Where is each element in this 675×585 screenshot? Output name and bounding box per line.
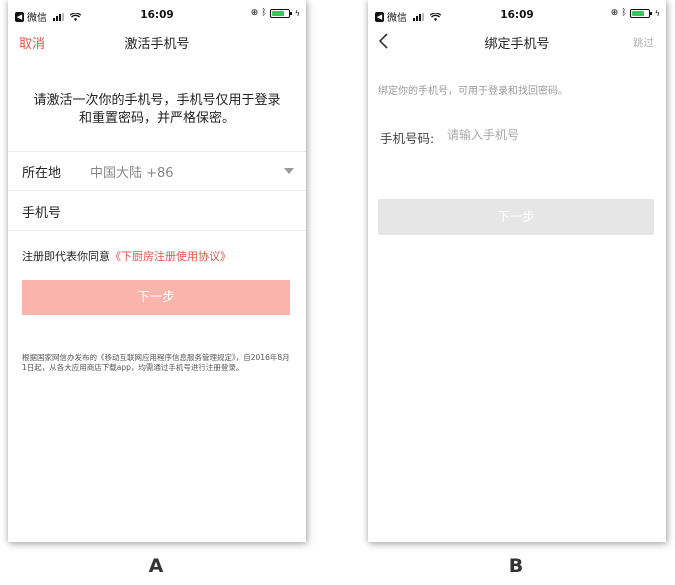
- divider: [8, 230, 306, 231]
- bluetooth-icon: ᛒ: [621, 8, 627, 18]
- battery-icon: [629, 8, 652, 18]
- bluetooth-icon: ᛒ: [261, 8, 267, 18]
- intro-text: 请激活一次你的手机号，手机号仅用于登录 和重置密码，并严格保密。: [8, 92, 306, 128]
- next-button[interactable]: 下一步: [378, 199, 654, 235]
- phone-screen-b: ◀ 微信 16:09 ⊕ ᛒ ϟ 绑定手机号 跳过 绑定你的手机号，可用于登录和…: [368, 0, 666, 542]
- page-title: 绑定手机号: [484, 37, 550, 52]
- intro-line-2: 和重置密码，并严格保密。: [78, 111, 235, 126]
- intro-line-1: 请激活一次你的手机号，手机号仅用于登录: [33, 93, 281, 108]
- nav-bar: 绑定手机号 跳过: [368, 30, 666, 56]
- page-title: 激活手机号: [124, 37, 190, 52]
- battery-icon: [269, 8, 292, 18]
- phone-screen-a: ◀ 微信 16:09 ⊕ ᛒ ϟ 取消 激活手机号 请激活一次你的手机号，手机号…: [8, 0, 306, 542]
- regulation-notice: 根据国家网信办发布的《移动互联网应用程序信息服务管理规定》，自2016年8月1日…: [22, 353, 290, 372]
- charging-icon: ϟ: [294, 8, 300, 18]
- status-bar: ◀ 微信 16:09 ⊕ ᛒ ϟ: [8, 0, 306, 30]
- nav-bar: 取消 激活手机号: [8, 30, 306, 56]
- region-label: 所在地: [22, 166, 62, 181]
- phone-number-label: 手机号码:: [380, 131, 435, 146]
- divider: [8, 151, 306, 152]
- status-bar: ◀ 微信 16:09 ⊕ ᛒ ϟ: [368, 0, 666, 30]
- agreement-text: 注册即代表你同意《下厨房注册使用协议》: [22, 248, 231, 264]
- caption-b: B: [508, 555, 524, 577]
- caption-a: A: [148, 555, 164, 577]
- phone-number-input[interactable]: [447, 126, 647, 144]
- dropdown-arrow-icon[interactable]: [284, 168, 294, 174]
- agreement-prefix: 注册即代表你同意: [22, 250, 110, 263]
- skip-button[interactable]: 跳过: [633, 35, 654, 50]
- region-value[interactable]: 中国大陆 +86: [90, 162, 174, 181]
- phone-label: 手机号: [22, 206, 62, 221]
- agreement-link[interactable]: 《下厨房注册使用协议》: [110, 250, 231, 263]
- rotation-lock-icon: ⊕: [250, 8, 259, 18]
- charging-icon: ϟ: [654, 8, 660, 18]
- bind-hint-text: 绑定你的手机号，可用于登录和找回密码。: [378, 86, 568, 97]
- divider: [8, 190, 306, 191]
- next-button[interactable]: 下一步: [22, 280, 290, 315]
- rotation-lock-icon: ⊕: [610, 8, 619, 18]
